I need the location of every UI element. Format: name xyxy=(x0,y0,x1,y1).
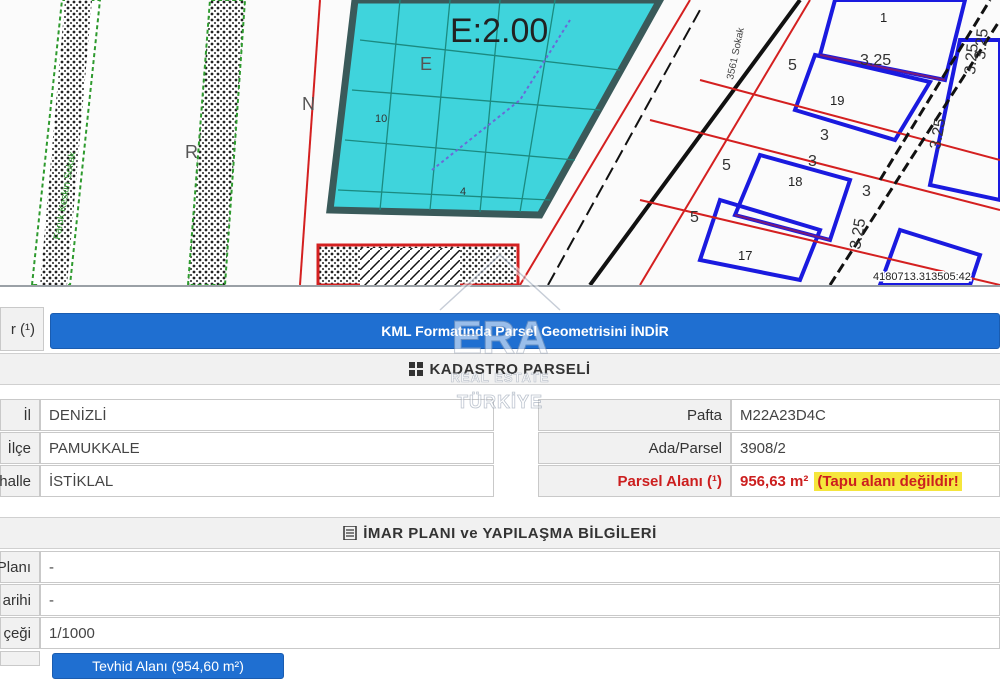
parsel-alani-value: 956,63 m² xyxy=(740,472,809,490)
coord-readout: 4180713.313505:42 xyxy=(873,271,971,283)
kadastro-section-header: KADASTRO PARSELİ xyxy=(0,353,1000,385)
misc-label: 10 xyxy=(375,113,387,125)
ilce-label: İlçe xyxy=(0,432,40,464)
map-canvas: E:2.00 10 4 R N E Faruk Keskin Sokak 356… xyxy=(0,0,1000,285)
parcel-info-panel: r (¹) KML Formatında Parsel Geometrisini… xyxy=(0,285,1000,679)
dimension-label: 3.25 xyxy=(860,52,891,69)
zone-label: E:2.00 xyxy=(450,12,548,50)
document-icon xyxy=(343,526,357,540)
kml-row-label: r (¹) xyxy=(0,307,44,351)
dimension-label: 5 xyxy=(788,57,797,74)
dimension-label: 3.25 xyxy=(972,28,992,61)
parsel-alani-label: Parsel Alanı (¹) xyxy=(538,465,731,497)
plan-label: Planı xyxy=(0,551,40,583)
tarih-value: - xyxy=(40,584,1000,616)
imar-section-title: İMAR PLANI ve YAPILAŞMA BİLGİLERİ xyxy=(363,524,657,542)
parcel-number: 19 xyxy=(830,93,844,108)
mahalle-value: İSTİKLAL xyxy=(40,465,494,497)
il-value: DENİZLİ xyxy=(40,399,494,431)
dimension-label: 3 xyxy=(808,153,817,170)
ada-parsel-label: Ada/Parsel xyxy=(538,432,731,464)
grid-icon xyxy=(409,362,424,376)
cadastral-map[interactable]: E:2.00 10 4 R N E Faruk Keskin Sokak 356… xyxy=(0,0,1000,285)
map-letter: N xyxy=(302,94,315,114)
map-letter: R xyxy=(185,142,198,162)
tevhid-alani-button[interactable]: Tevhid Alanı (954,60 m²) xyxy=(52,653,284,679)
tapu-warning-badge: (Tapu alanı değildir! xyxy=(814,471,962,491)
dimension-label: 3 xyxy=(862,183,871,200)
misc-label: 4 xyxy=(460,186,466,198)
il-label: İl xyxy=(0,399,40,431)
tarih-label: arihi xyxy=(0,584,40,616)
parcel-number: 17 xyxy=(738,248,752,263)
dimension-label: 3 xyxy=(820,127,829,144)
plan-value: - xyxy=(40,551,1000,583)
olcek-value: 1/1000 xyxy=(40,617,1000,649)
ada-parsel-value: 3908/2 xyxy=(731,432,1000,464)
pafta-label: Pafta xyxy=(538,399,731,431)
dimension-label: 5 xyxy=(690,209,699,226)
kml-download-button[interactable]: KML Formatında Parsel Geometrisini İNDİR xyxy=(50,313,1000,349)
parcel-number: 18 xyxy=(788,174,802,189)
pafta-value: M22A23D4C xyxy=(731,399,1000,431)
olcek-label: çeği xyxy=(0,617,40,649)
imar-section-header: İMAR PLANI ve YAPILAŞMA BİLGİLERİ xyxy=(0,517,1000,549)
map-letter: E xyxy=(420,54,432,74)
ilce-value: PAMUKKALE xyxy=(40,432,494,464)
parsel-alani-value-cell: 956,63 m² (Tapu alanı değildir! xyxy=(731,465,1000,497)
parcel-number: 1 xyxy=(880,10,887,25)
dimension-label: 5 xyxy=(722,157,731,174)
kadastro-section-title: KADASTRO PARSELİ xyxy=(429,360,591,378)
mahalle-label: halle xyxy=(0,465,40,497)
